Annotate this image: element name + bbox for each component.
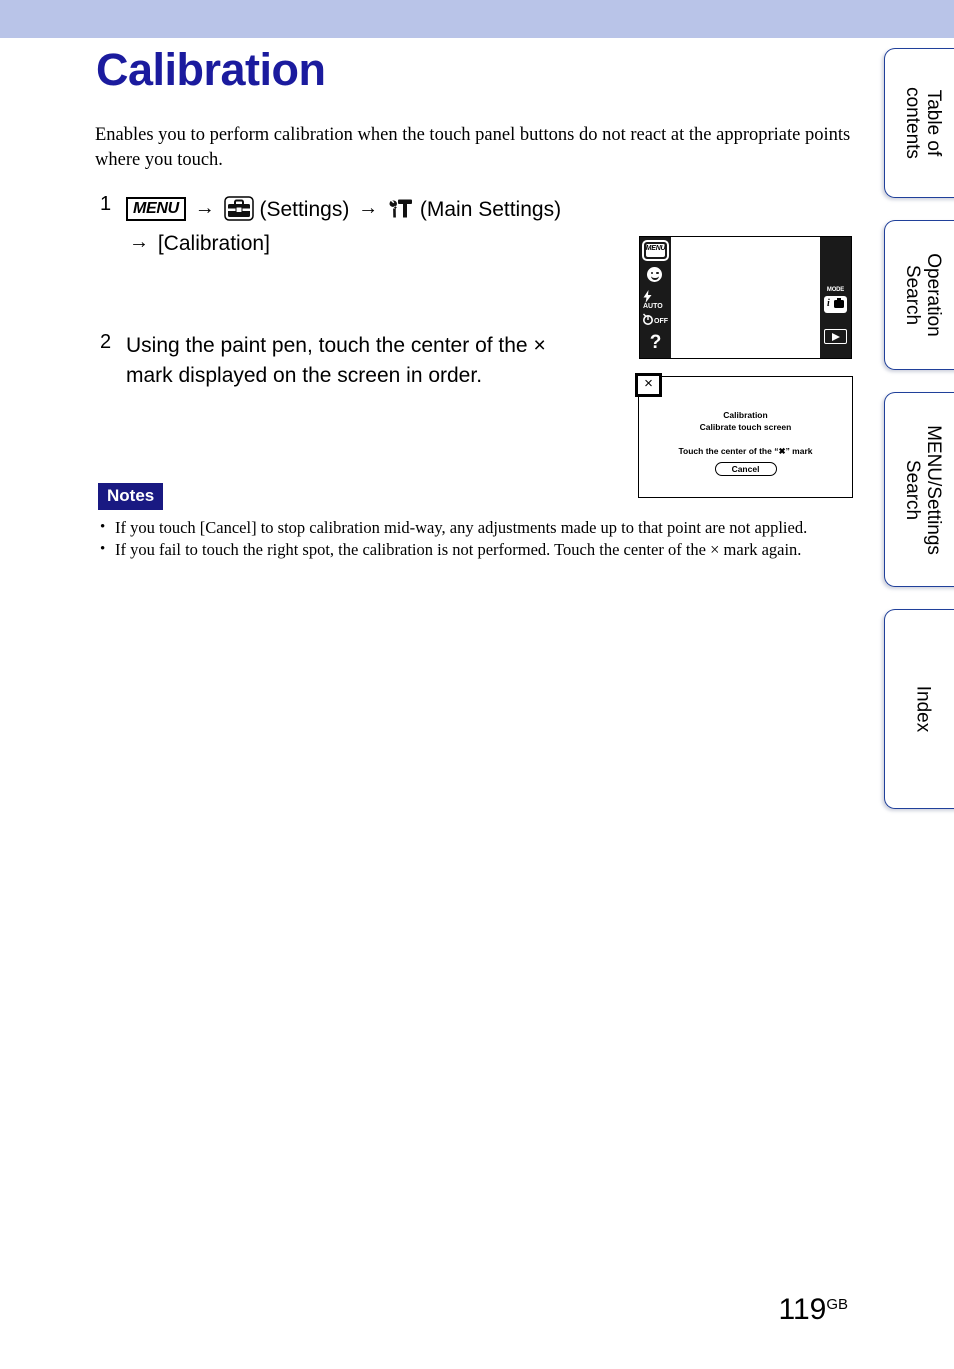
self-timer-label: OFF: [654, 318, 668, 325]
tab-label-operation-search: Operation Search: [902, 253, 944, 336]
camera-lcd-screenshot: MENU AUTO OFF ? MODE i: [638, 235, 853, 360]
list-item: If you touch [Cancel] to stop calibratio…: [98, 516, 858, 539]
tab-label-line-1: MENU/Settings: [922, 424, 944, 555]
step-2-line-2: mark displayed on the screen in order.: [126, 364, 483, 387]
dialog-subtitle: Calibrate touch screen: [699, 422, 792, 432]
tab-label-line-1: Index: [912, 685, 933, 733]
side-tab-rail: Table of contents Operation Search MENU/…: [880, 38, 954, 1369]
top-color-band: [0, 0, 954, 38]
flash-mode-label: AUTO: [643, 303, 663, 310]
toolbox-icon: [223, 196, 254, 221]
sidebar-item-table-of-contents[interactable]: Table of contents: [884, 48, 954, 198]
notes-section: Notes If you touch [Cancel] to stop cali…: [98, 483, 858, 561]
lcd-left-icon-strip: MENU AUTO OFF ?: [640, 237, 671, 358]
intelligent-auto-i: i: [827, 298, 830, 309]
lcd-menu-button[interactable]: MENU: [642, 240, 669, 261]
arrow-icon-1: →: [194, 197, 215, 219]
arrow-icon-3: →: [129, 231, 149, 253]
step-2: 2 Using the paint pen, touch the center …: [100, 331, 600, 391]
wrench-hammer-icon: [387, 196, 414, 221]
close-icon[interactable]: ×: [635, 373, 662, 397]
page-number: 119GB: [778, 1293, 848, 1327]
sidebar-item-index[interactable]: Index: [884, 609, 954, 809]
sidebar-item-operation-search[interactable]: Operation Search: [884, 220, 954, 370]
tab-label-line-2: contents: [901, 87, 923, 159]
main-settings-label: (Main Settings): [419, 198, 562, 221]
shooting-mode-button[interactable]: i: [824, 296, 847, 313]
arrow-icon-2: →: [358, 197, 379, 219]
smile-detection-icon[interactable]: [647, 267, 662, 282]
calibration-dialog-screenshot: × Calibration Calibrate touch screen Tou…: [635, 373, 853, 498]
page-content: Calibration Enables you to perform calib…: [0, 38, 880, 1369]
mode-label: MODE: [826, 287, 845, 293]
step-2-body: Using the paint pen, touch the center of…: [126, 331, 600, 391]
settings-label: (Settings): [259, 198, 350, 221]
tab-label-table-of-contents: Table of contents: [902, 87, 944, 159]
lcd-inner-frame: MENU AUTO OFF ? MODE i: [639, 236, 852, 359]
playback-button[interactable]: [824, 329, 847, 344]
page-title: Calibration: [96, 44, 326, 95]
tab-label-line-1: Table of: [922, 89, 944, 157]
tab-label-line-2: Search: [901, 264, 923, 326]
flash-mode-icon[interactable]: AUTO: [643, 290, 671, 310]
step-1-number: 1: [100, 193, 112, 215]
tab-label-line-2: Search: [901, 459, 923, 520]
step-1: 1 MENU → (Settings) → (Main Settings) → …: [100, 193, 620, 259]
intro-paragraph: Enables you to perform calibration when …: [95, 125, 851, 170]
sidebar-item-menu-settings-search[interactable]: MENU/Settings Search: [884, 392, 954, 587]
step-2-line-1: Using the paint pen, touch the center of…: [126, 334, 546, 357]
lcd-right-icon-strip: MODE i: [820, 237, 851, 358]
self-timer-icon[interactable]: OFF: [643, 313, 668, 326]
help-icon[interactable]: ?: [640, 333, 671, 352]
lcd-menu-button-label: MENU: [645, 245, 666, 252]
tab-label-menu-settings-search: MENU/Settings Search: [902, 425, 944, 555]
camera-icon: [834, 298, 844, 308]
notes-label: Notes: [98, 483, 164, 510]
step-1-line-2: → [Calibration]: [126, 227, 620, 259]
play-triangle-icon: [832, 332, 840, 341]
close-icon-glyph: ×: [644, 375, 653, 392]
step-1-body: MENU → (Settings) → (Main Settings) → [C…: [126, 193, 620, 259]
step-2-number: 2: [100, 331, 112, 353]
calibration-menu-item[interactable]: [Calibration]: [158, 232, 270, 255]
list-item: If you fail to touch the right spot, the…: [98, 538, 858, 561]
tab-label-line-1: Operation: [922, 253, 944, 337]
menu-button-chip[interactable]: MENU: [126, 197, 186, 221]
page-number-value: 119: [778, 1293, 827, 1326]
dialog-title: Calibration: [723, 410, 768, 420]
dialog-instruction: Touch the center of the “✖” mark: [678, 446, 813, 456]
cancel-button[interactable]: Cancel: [714, 462, 777, 476]
smile-mouth: [650, 274, 659, 280]
page-number-region: GB: [826, 1296, 848, 1313]
tab-label-index: Index: [912, 686, 933, 732]
notes-list: If you touch [Cancel] to stop calibratio…: [98, 516, 858, 561]
